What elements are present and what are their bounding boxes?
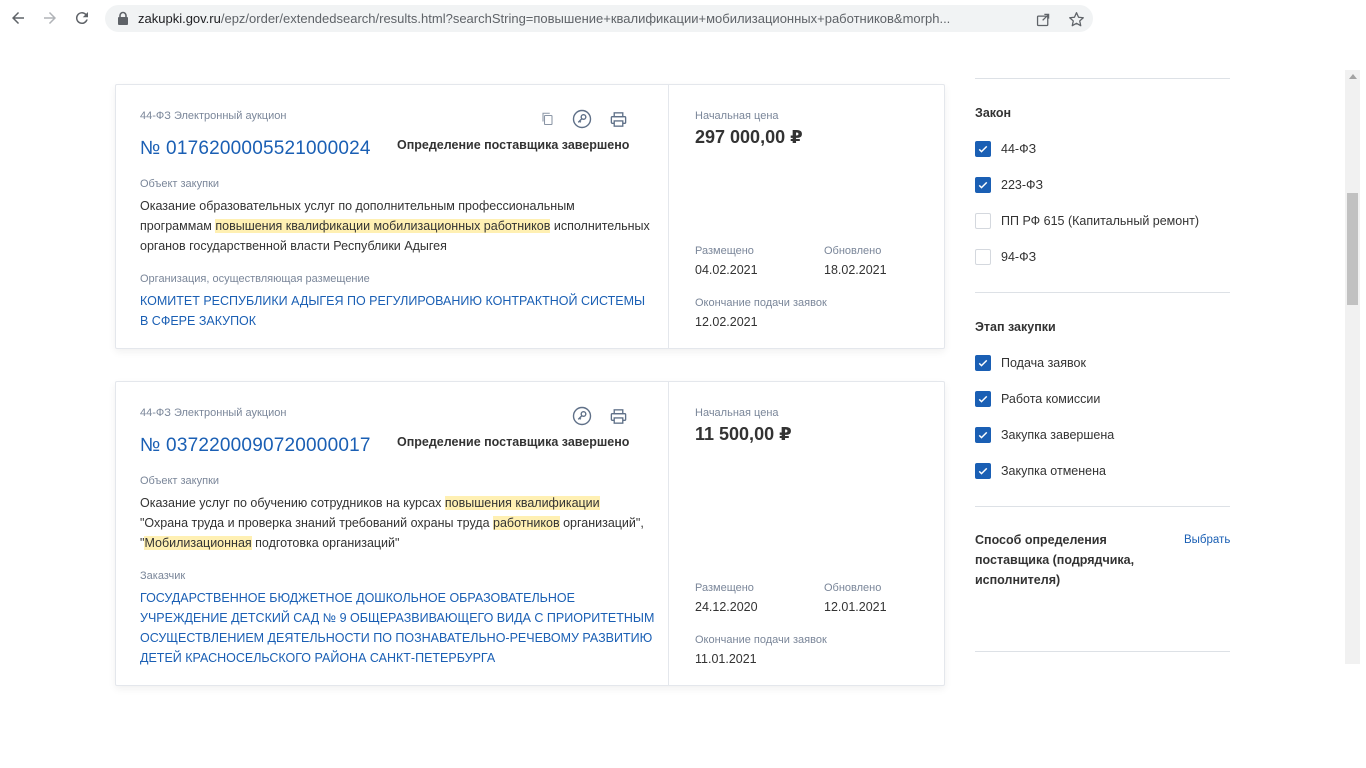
updated-label: Обновлено	[824, 245, 882, 257]
forward-button[interactable]	[38, 6, 62, 30]
checkbox-label: Закупка завершена	[1001, 428, 1115, 442]
card-side: Начальная цена 297 000,00 ₽ Размещено 04…	[670, 85, 944, 348]
search-highlight: Мобилизационная	[144, 536, 252, 550]
url-path: /epz/order/extendedsearch/results.html?s…	[220, 11, 951, 26]
customer-link[interactable]: ГОСУДАРСТВЕННОЕ БЮДЖЕТНОЕ ДОШКОЛЬНОЕ ОБР…	[140, 588, 655, 668]
url-text: zakupki.gov.ru/epz/order/extendedsearch/…	[138, 11, 1028, 26]
initial-price: 297 000,00 ₽	[695, 127, 803, 147]
checkbox-checked-icon[interactable]	[975, 391, 991, 407]
object-label: Объект закупки	[140, 178, 220, 190]
deadline-date: 12.02.2021	[695, 315, 758, 329]
initial-price: 11 500,00 ₽	[695, 424, 792, 444]
law-checkbox-94fz[interactable]: 94-ФЗ	[975, 248, 1036, 266]
object-text: подготовка организаций"	[251, 536, 400, 550]
customer-label: Заказчик	[140, 570, 186, 582]
checkbox-label: Закупка отменена	[1001, 464, 1106, 478]
placed-date: 24.12.2020	[695, 600, 758, 614]
card-main: 44-ФЗ Электронный аукцион № 017620000552…	[116, 85, 669, 348]
stage-checkbox-cancelled[interactable]: Закупка отменена	[975, 462, 1106, 480]
back-button[interactable]	[6, 6, 30, 30]
checkbox-checked-icon[interactable]	[975, 177, 991, 193]
checkbox-checked-icon[interactable]	[975, 355, 991, 371]
price-label: Начальная цена	[695, 407, 779, 419]
checkbox-label: 223-ФЗ	[1001, 178, 1044, 192]
search-highlight: повышения квалификации мобилизационных р…	[215, 219, 551, 233]
checkbox-checked-icon[interactable]	[975, 141, 991, 157]
scroll-up-icon[interactable]	[1349, 74, 1357, 79]
reload-button[interactable]	[70, 6, 94, 30]
law-filter-title: Закон	[975, 106, 1012, 120]
divider	[975, 651, 1230, 652]
object-text: "Охрана труда и проверка знаний требован…	[140, 516, 494, 530]
object-text: Оказание услуг по обучению сотрудников н…	[140, 496, 445, 510]
law-checkbox-pp615[interactable]: ПП РФ 615 (Капитальный ремонт)	[975, 212, 1199, 230]
purchase-number-link[interactable]: № 0176200005521000024	[140, 138, 371, 160]
purchase-type: 44-ФЗ Электронный аукцион	[140, 407, 287, 419]
lock-icon	[118, 11, 128, 25]
deadline-label: Окончание подачи заявок	[695, 297, 827, 309]
stage-filter-title: Этап закупки	[975, 320, 1056, 334]
object-description: Оказание образовательных услуг по дополн…	[140, 196, 650, 256]
arrow-left-icon	[12, 12, 24, 24]
checkbox-label: 94-ФЗ	[1001, 250, 1037, 264]
checkbox-label: Подача заявок	[1001, 356, 1086, 370]
checkbox-label: 44-ФЗ	[1001, 142, 1037, 156]
address-bar[interactable]: zakupki.gov.ru/epz/order/extendedsearch/…	[105, 5, 1093, 32]
scrollbar-thumb[interactable]	[1347, 193, 1358, 305]
print-icon[interactable]	[608, 406, 628, 426]
purchase-card: 44-ФЗ Электронный аукцион № 017620000552…	[115, 84, 945, 349]
law-checkbox-44fz[interactable]: 44-ФЗ	[975, 140, 1036, 158]
key-icon[interactable]	[572, 109, 592, 129]
updated-label: Обновлено	[824, 582, 882, 594]
divider	[975, 78, 1230, 79]
placed-label: Размещено	[695, 245, 754, 257]
filter-sidebar: Закон 44-ФЗ 223-ФЗ ПП РФ 615 (Капитальны…	[975, 0, 1230, 768]
checkbox-unchecked-icon[interactable]	[975, 249, 991, 265]
print-icon[interactable]	[608, 109, 628, 129]
checkbox-unchecked-icon[interactable]	[975, 213, 991, 229]
card-main: 44-ФЗ Электронный аукцион № 037220009072…	[116, 382, 669, 685]
updated-date: 18.02.2021	[824, 263, 887, 277]
url-host: zakupki.gov.ru	[138, 11, 221, 26]
reload-icon	[75, 12, 88, 25]
deadline-date: 11.01.2021	[695, 652, 757, 666]
law-checkbox-223fz[interactable]: 223-ФЗ	[975, 176, 1043, 194]
object-description: Оказание услуг по обучению сотрудников н…	[140, 493, 650, 553]
arrow-right-icon	[44, 12, 56, 24]
updated-date: 12.01.2021	[824, 600, 887, 614]
search-highlight: повышения квалификации	[444, 496, 600, 510]
card-side: Начальная цена 11 500,00 ₽ Размещено 24.…	[670, 382, 944, 685]
org-label: Организация, осуществляющая размещение	[140, 273, 370, 285]
purchase-type: 44-ФЗ Электронный аукцион	[140, 110, 287, 122]
stage-checkbox-submission[interactable]: Подача заявок	[975, 354, 1086, 372]
object-label: Объект закупки	[140, 475, 220, 487]
checkbox-label: Работа комиссии	[1001, 392, 1101, 406]
key-icon[interactable]	[572, 406, 592, 426]
deadline-label: Окончание подачи заявок	[695, 634, 827, 646]
divider	[975, 292, 1230, 293]
price-label: Начальная цена	[695, 110, 779, 122]
purchase-number-link[interactable]: № 0372200090720000017	[140, 435, 371, 457]
search-highlight: работников	[493, 516, 560, 530]
organization-link[interactable]: КОМИТЕТ РЕСПУБЛИКИ АДЫГЕЯ ПО РЕГУЛИРОВАН…	[140, 291, 655, 331]
choose-method-link[interactable]: Выбрать	[1184, 534, 1230, 546]
placed-date: 04.02.2021	[695, 263, 758, 277]
placed-label: Размещено	[695, 582, 754, 594]
checkbox-checked-icon[interactable]	[975, 427, 991, 443]
scrollbar-track[interactable]	[1345, 70, 1360, 664]
divider	[975, 506, 1230, 507]
purchase-card: 44-ФЗ Электронный аукцион № 037220009072…	[115, 381, 945, 686]
checkbox-label: ПП РФ 615 (Капитальный ремонт)	[1001, 214, 1200, 228]
purchase-status: Определение поставщика завершено	[397, 138, 630, 152]
checkbox-checked-icon[interactable]	[975, 463, 991, 479]
copy-icon[interactable]	[537, 108, 557, 128]
purchase-status: Определение поставщика завершено	[397, 435, 630, 449]
stage-checkbox-commission[interactable]: Работа комиссии	[975, 390, 1100, 408]
stage-checkbox-completed[interactable]: Закупка завершена	[975, 426, 1114, 444]
method-filter-title: Способ определения поставщика (подрядчик…	[975, 533, 1135, 587]
